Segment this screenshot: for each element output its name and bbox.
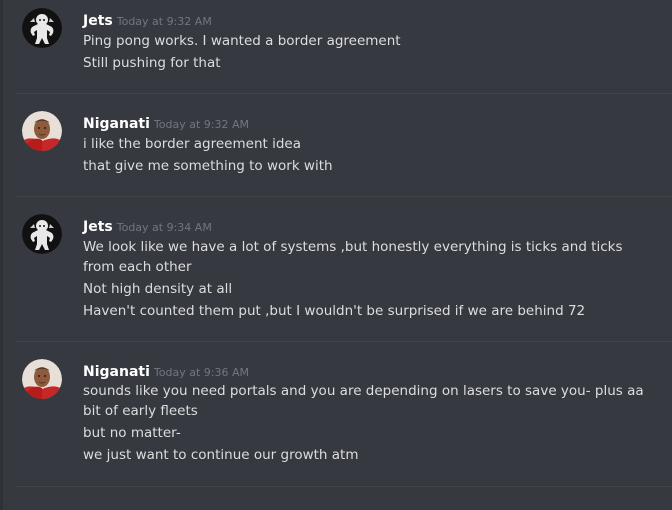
- message-text: Still pushing for that: [83, 55, 221, 71]
- message-text: Haven't counted them put ,but I wouldn't…: [83, 303, 586, 319]
- message-divider: [16, 196, 672, 197]
- message-text: We look like we have a lot of systems ,b…: [83, 239, 623, 275]
- character-avatar-icon: [22, 8, 62, 48]
- message-text: Not high density at all: [83, 281, 233, 297]
- person-avatar-icon: [22, 111, 62, 151]
- person-avatar-icon: [22, 359, 62, 399]
- message-text: that give me something to work with: [83, 158, 333, 174]
- message-divider: [16, 341, 672, 342]
- message-divider: [16, 93, 672, 94]
- user-avatar[interactable]: [22, 214, 62, 254]
- message-text: i like the border agreement idea: [83, 136, 301, 152]
- message-text: but no matter-: [83, 425, 181, 441]
- timestamp: Today at 9:32 AM: [153, 118, 249, 131]
- user-avatar[interactable]: [22, 111, 62, 151]
- scroll-edge: [0, 0, 3, 510]
- timestamp: Today at 9:32 AM: [116, 15, 212, 28]
- username[interactable]: Niganati: [83, 364, 150, 380]
- username[interactable]: Jets: [83, 13, 113, 29]
- user-avatar[interactable]: [22, 359, 62, 399]
- message-text: sounds like you need portals and you are…: [83, 383, 644, 419]
- username[interactable]: Niganati: [83, 116, 150, 132]
- username[interactable]: Jets: [83, 219, 113, 235]
- message-divider: [16, 486, 672, 487]
- character-avatar-icon: [22, 214, 62, 254]
- timestamp: Today at 9:36 AM: [153, 366, 249, 379]
- chat-message-list[interactable]: Jets Today at 9:32 AM Ping pong works. I …: [0, 0, 672, 510]
- message-text: we just want to continue our growth atm: [83, 447, 359, 463]
- message-text: Ping pong works. I wanted a border agree…: [83, 33, 401, 49]
- user-avatar[interactable]: [22, 8, 62, 48]
- timestamp: Today at 9:34 AM: [116, 221, 212, 234]
